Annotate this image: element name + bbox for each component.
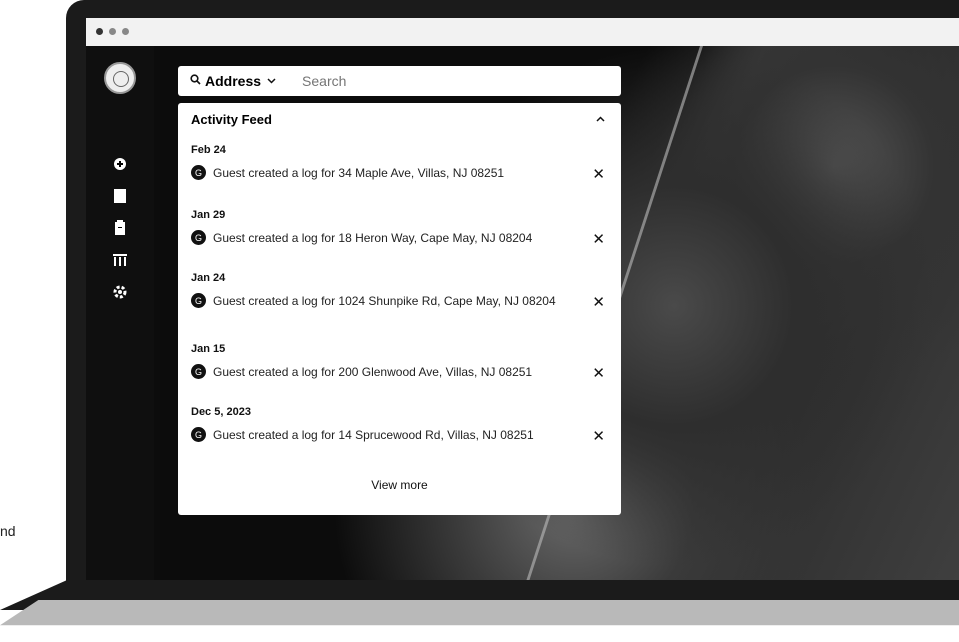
minimize-window-button[interactable] xyxy=(109,28,116,35)
close-icon[interactable]: ✕ xyxy=(592,165,605,183)
gear-icon[interactable] xyxy=(110,282,130,302)
guest-avatar: G xyxy=(191,364,206,379)
entry-date: Jan 15 xyxy=(191,343,226,355)
entry-message[interactable]: Guest created a log for 1024 Shunpike Rd… xyxy=(213,293,583,309)
entry-message[interactable]: Guest created a log for 18 Heron Way, Ca… xyxy=(213,230,583,246)
view-more-button[interactable]: View more xyxy=(178,478,621,492)
list-item: Dec 5, 2023 G Guest created a log for 14… xyxy=(191,406,611,445)
search-input[interactable] xyxy=(300,72,585,90)
close-icon[interactable]: ✕ xyxy=(592,230,605,248)
building-icon[interactable] xyxy=(110,250,130,270)
list-item: Jan 29 G Guest created a log for 18 Hero… xyxy=(191,209,611,248)
guest-avatar: G xyxy=(191,230,206,245)
guest-avatar: G xyxy=(191,293,206,308)
guest-avatar: G xyxy=(191,427,206,442)
activity-feed-title: Activity Feed xyxy=(191,112,272,127)
chevron-down-icon[interactable] xyxy=(267,76,276,87)
close-icon[interactable]: ✕ xyxy=(592,293,605,311)
search-bar: Address xyxy=(178,66,621,96)
activity-icon[interactable] xyxy=(110,154,130,174)
activity-feed-panel: Activity Feed Feb 24 G Guest created a l… xyxy=(178,103,621,515)
sidebar xyxy=(86,46,154,580)
entry-date: Dec 5, 2023 xyxy=(191,406,251,418)
maximize-window-button[interactable] xyxy=(122,28,129,35)
entry-message[interactable]: Guest created a log for 34 Maple Ave, Vi… xyxy=(213,165,583,181)
list-item: Feb 24 G Guest created a log for 34 Mapl… xyxy=(191,144,611,183)
search-icon xyxy=(190,74,201,88)
entry-date: Jan 24 xyxy=(191,272,226,284)
entry-message[interactable]: Guest created a log for 200 Glenwood Ave… xyxy=(213,364,583,380)
close-icon[interactable]: ✕ xyxy=(592,427,605,445)
window-controls xyxy=(96,28,129,35)
list-item: Jan 15 G Guest created a log for 200 Gle… xyxy=(191,343,611,382)
side-text: nd xyxy=(0,523,16,539)
close-icon[interactable]: ✕ xyxy=(592,364,605,382)
chevron-up-icon[interactable] xyxy=(596,111,605,125)
close-window-button[interactable] xyxy=(96,28,103,35)
entry-date: Jan 29 xyxy=(191,209,226,221)
window-titlebar xyxy=(86,18,959,46)
document-icon[interactable] xyxy=(110,186,130,206)
entry-date: Feb 24 xyxy=(191,144,226,156)
clipboard-icon[interactable] xyxy=(110,218,130,238)
guest-avatar: G xyxy=(191,165,206,180)
logo[interactable] xyxy=(104,62,136,94)
list-item: Jan 24 G Guest created a log for 1024 Sh… xyxy=(191,272,611,311)
address-mode-select[interactable]: Address xyxy=(205,73,261,89)
entry-message[interactable]: Guest created a log for 14 Sprucewood Rd… xyxy=(213,427,583,443)
